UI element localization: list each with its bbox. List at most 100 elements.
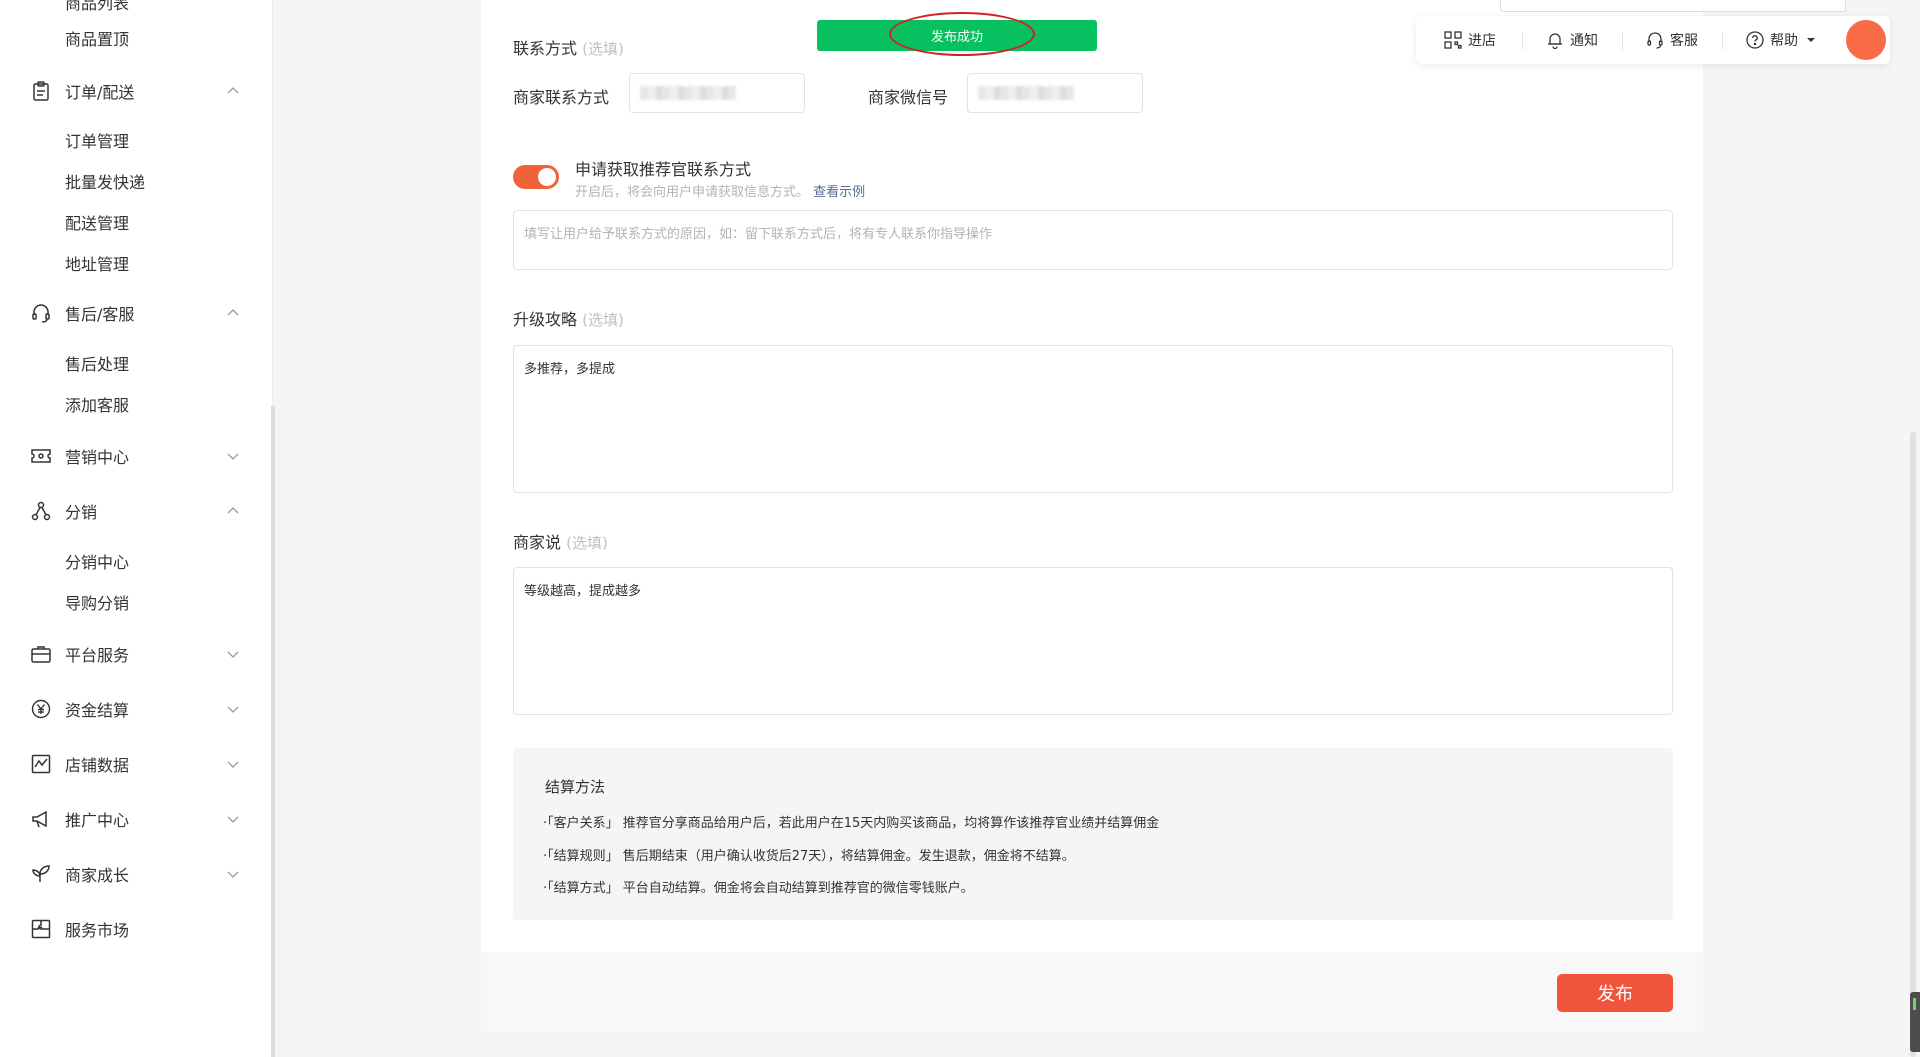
footer-bar xyxy=(481,952,1703,1032)
chevron-down-icon xyxy=(227,871,239,878)
clipboard-icon xyxy=(30,80,52,102)
page-scrollbar[interactable] xyxy=(1910,432,1916,1057)
briefcase-icon xyxy=(30,643,52,665)
chevron-down-icon xyxy=(227,706,239,713)
customer-service-button[interactable]: 客服 xyxy=(1646,30,1698,50)
chevron-up-icon xyxy=(227,309,239,316)
merchant-contact-input[interactable] xyxy=(629,73,805,113)
sidebar-group-distribution[interactable]: 分销 xyxy=(30,496,240,526)
sidebar-group-marketing[interactable]: 营销中心 xyxy=(30,441,240,471)
upgrade-strategy-textarea[interactable]: 多推荐，多提成 xyxy=(513,345,1673,493)
sidebar-group-label: 服务市场 xyxy=(65,921,130,940)
sidebar-item-batch-ship[interactable]: 批量发快递 xyxy=(65,169,145,193)
redacted-value xyxy=(978,86,1074,100)
sidebar-group-label: 资金结算 xyxy=(65,701,130,720)
optional-hint: (选填) xyxy=(582,40,624,58)
notify-label: 通知 xyxy=(1570,33,1598,49)
merchant-says-label: 商家说 (选填) xyxy=(513,533,608,552)
avatar[interactable] xyxy=(1846,20,1886,60)
chevron-down-icon xyxy=(227,761,239,768)
merchant-wechat-input[interactable] xyxy=(967,73,1143,113)
contact-section-label: 联系方式 (选填) xyxy=(513,39,624,58)
qrcode-icon xyxy=(1444,31,1462,49)
sidebar-group-promotion[interactable]: 推广中心 xyxy=(30,804,240,834)
sidebar-item-guide-distribution[interactable]: 导购分销 xyxy=(65,590,129,614)
dropdown-edge xyxy=(1500,0,1846,12)
sidebar-group-label: 推广中心 xyxy=(65,811,130,830)
headset-icon xyxy=(1647,32,1663,49)
textarea-value: 等级越高，提成越多 xyxy=(524,584,642,599)
sidebar-group-aftersale[interactable]: 售后/客服 xyxy=(30,298,240,328)
sidebar-group-funds[interactable]: 资金结算 xyxy=(30,694,240,724)
sidebar-group-platform[interactable]: 平台服务 xyxy=(30,639,240,669)
notify-button[interactable]: 通知 xyxy=(1546,30,1598,50)
optional-hint: (选填) xyxy=(566,534,608,552)
toggle-knob xyxy=(538,168,556,186)
contact-reason-textarea[interactable]: 填写让用户给予联系方式的原因，如：留下联系方式后，将有专人联系你指导操作 xyxy=(513,210,1673,270)
apply-contact-toggle[interactable] xyxy=(513,165,559,189)
merchant-contact-label: 商家联系方式 xyxy=(513,88,610,107)
sidebar-group-label: 分销 xyxy=(65,503,98,522)
chevron-down-icon xyxy=(227,816,239,823)
customer-service-label: 客服 xyxy=(1670,33,1698,49)
merchant-wechat-label: 商家微信号 xyxy=(868,88,949,107)
toolbar-divider xyxy=(1722,32,1723,50)
enter-store-button[interactable]: 进店 xyxy=(1444,30,1496,50)
sidebar-group-label: 商家成长 xyxy=(65,866,130,885)
yen-icon xyxy=(30,698,52,720)
help-button[interactable]: 帮助 xyxy=(1746,30,1822,50)
network-icon xyxy=(30,500,52,522)
textarea-placeholder: 填写让用户给予联系方式的原因，如：留下联系方式后，将有专人联系你指导操作 xyxy=(524,227,993,242)
merchant-says-textarea[interactable]: 等级越高，提成越多 xyxy=(513,567,1673,715)
sidebar: 商品列表 商品置顶 订单/配送 订单管理 批量发快递 配送管理 地址管理 售后/… xyxy=(0,0,273,1057)
top-toolbar: 进店 通知 客服 帮助 xyxy=(1416,16,1890,64)
sidebar-item-add-service[interactable]: 添加客服 xyxy=(65,392,129,416)
sidebar-group-store-data[interactable]: 店铺数据 xyxy=(30,749,240,779)
sidebar-scrollbar[interactable] xyxy=(271,406,275,1057)
sidebar-group-growth[interactable]: 商家成长 xyxy=(30,859,240,889)
toolbar-divider xyxy=(1522,32,1523,50)
sidebar-group-label: 营销中心 xyxy=(65,448,130,467)
redacted-value xyxy=(640,86,736,100)
sidebar-item-distribution-center[interactable]: 分销中心 xyxy=(65,549,129,573)
bell-icon xyxy=(1548,33,1562,49)
chevron-up-icon xyxy=(227,87,239,94)
publish-button[interactable]: 发布 xyxy=(1557,974,1673,1012)
sidebar-item-delivery[interactable]: 配送管理 xyxy=(65,210,129,234)
headset-icon xyxy=(30,302,52,324)
sidebar-group-label: 售后/客服 xyxy=(65,305,135,324)
floating-widget[interactable] xyxy=(1910,992,1920,1052)
sidebar-item-product-pin[interactable]: 商品置顶 xyxy=(65,26,129,50)
sidebar-item-address[interactable]: 地址管理 xyxy=(65,251,129,275)
upgrade-strategy-label: 升级攻略 (选填) xyxy=(513,310,624,329)
puzzle-icon xyxy=(30,918,52,940)
chevron-down-icon xyxy=(227,651,239,658)
sidebar-group-label: 店铺数据 xyxy=(65,756,130,775)
chevron-up-icon xyxy=(227,507,239,514)
view-example-link[interactable]: 查看示例 xyxy=(813,185,865,200)
sprout-icon xyxy=(30,863,52,885)
settlement-line-customer: ·「客户关系」 推荐官分享商品给用户后，若此用户在15天内购买该商品，均将算作该… xyxy=(543,816,1160,831)
help-label: 帮助 xyxy=(1770,33,1798,49)
help-circle-icon xyxy=(1746,31,1764,49)
apply-contact-label: 申请获取推荐官联系方式 xyxy=(575,160,752,179)
toolbar-divider xyxy=(1622,32,1623,50)
sidebar-group-orders[interactable]: 订单/配送 xyxy=(30,76,240,106)
caret-down-icon xyxy=(1807,38,1815,42)
settlement-title: 结算方法 xyxy=(545,778,606,796)
sidebar-item-product-list[interactable]: 商品列表 xyxy=(65,0,129,14)
sidebar-group-label: 平台服务 xyxy=(65,646,130,665)
ticket-icon xyxy=(30,445,52,467)
apply-contact-hint: 开启后，将会向用户申请获取信息方式。 查看示例 xyxy=(575,185,866,200)
sidebar-item-aftersale-handle[interactable]: 售后处理 xyxy=(65,351,129,375)
settlement-line-rule: ·「结算规则」 售后期结束（用户确认收货后27天），将结算佣金。发生退款，佣金将… xyxy=(543,849,1075,864)
sidebar-group-service-market[interactable]: 服务市场 xyxy=(30,914,240,944)
optional-hint: (选填) xyxy=(582,311,624,329)
enter-store-label: 进店 xyxy=(1468,33,1496,49)
megaphone-icon xyxy=(30,808,52,830)
textarea-value: 多推荐，多提成 xyxy=(524,362,616,377)
settlement-line-method: ·「结算方式」 平台自动结算。佣金将会自动结算到推荐官的微信零钱账户。 xyxy=(543,881,974,896)
settlement-info-box: 结算方法 ·「客户关系」 推荐官分享商品给用户后，若此用户在15天内购买该商品，… xyxy=(513,748,1673,920)
sidebar-item-order-manage[interactable]: 订单管理 xyxy=(65,128,129,152)
success-toast: 发布成功 xyxy=(817,20,1097,51)
